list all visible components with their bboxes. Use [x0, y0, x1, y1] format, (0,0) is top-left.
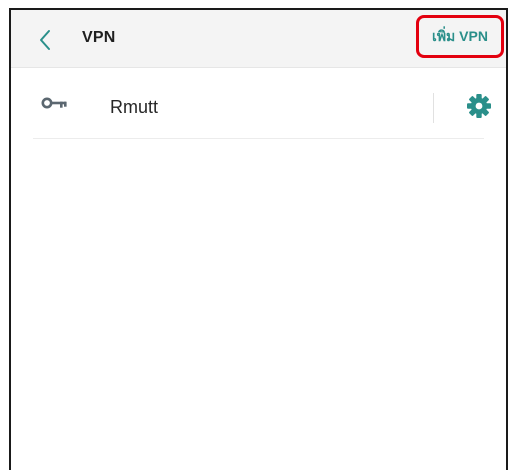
- page-title: VPN: [82, 29, 116, 46]
- key-icon: [41, 96, 69, 110]
- add-vpn-button[interactable]: เพิ่ม VPN: [416, 15, 504, 58]
- vpn-list-item[interactable]: Rmutt: [11, 67, 506, 147]
- app-header: VPN เพิ่ม VPN: [11, 10, 506, 68]
- back-button[interactable]: [33, 28, 57, 52]
- gear-icon[interactable]: [466, 93, 492, 119]
- vpn-settings-screen: VPN เพิ่ม VPN Rmutt: [9, 8, 508, 470]
- list-divider: [33, 138, 484, 139]
- row-separator: [433, 93, 434, 123]
- vpn-name: Rmutt: [110, 97, 159, 117]
- chevron-left-icon: [40, 30, 50, 50]
